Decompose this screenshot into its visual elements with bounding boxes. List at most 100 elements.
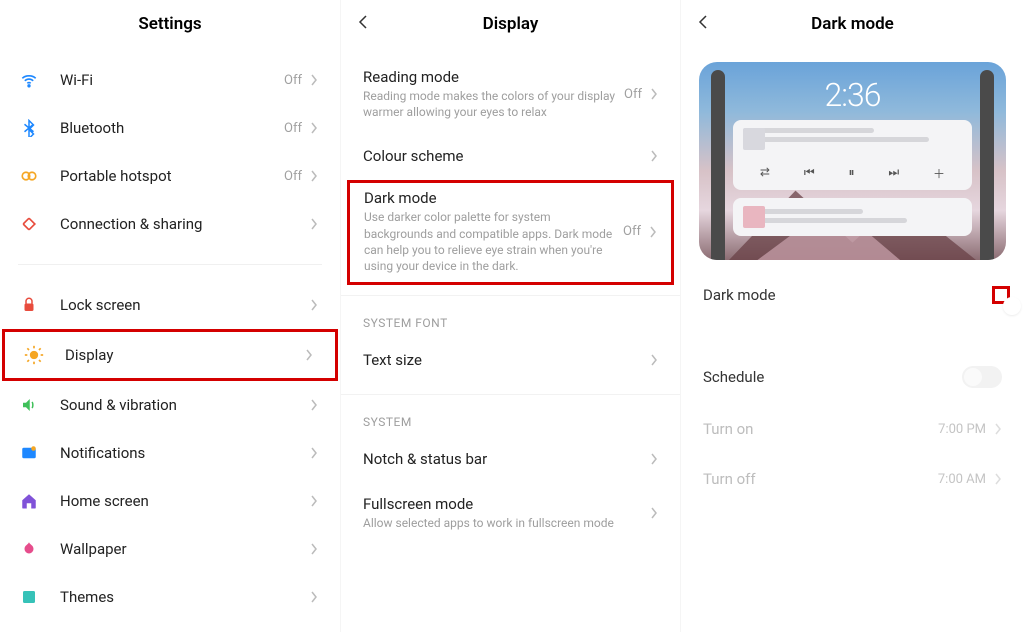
sound-icon bbox=[18, 394, 40, 416]
settings-item-label: Bluetooth bbox=[60, 119, 284, 137]
settings-header: Settings bbox=[0, 0, 340, 48]
settings-item-label: Sound & vibration bbox=[60, 396, 310, 414]
display-item-sub: Reading mode makes the colors of your di… bbox=[363, 88, 624, 120]
bluetooth-icon bbox=[18, 117, 40, 139]
settings-item-label: Home screen bbox=[60, 492, 310, 510]
app-thumb bbox=[743, 206, 765, 228]
turn-off-label: Turn off bbox=[703, 470, 938, 488]
page-title: Display bbox=[483, 14, 539, 34]
display-item-dark-mode[interactable]: Dark mode Use darker color palette for s… bbox=[347, 180, 674, 285]
chevron-right-icon bbox=[650, 507, 658, 519]
display-item-title: Reading mode bbox=[363, 68, 624, 86]
chevron-right-icon bbox=[310, 447, 318, 459]
settings-item-wallpaper[interactable]: Wallpaper bbox=[0, 525, 340, 573]
turn-off-value: 7:00 AM bbox=[938, 472, 986, 487]
themes-icon bbox=[18, 586, 40, 608]
hotspot-icon bbox=[18, 165, 40, 187]
chevron-right-icon bbox=[650, 453, 658, 465]
turn-off-row[interactable]: Turn off 7:00 AM bbox=[681, 454, 1024, 504]
divider bbox=[341, 295, 680, 296]
display-item-status: Off bbox=[624, 87, 642, 102]
chevron-right-icon bbox=[310, 122, 318, 134]
settings-item-connection-sharing[interactable]: Connection & sharing bbox=[0, 200, 340, 248]
chevron-right-icon bbox=[310, 591, 318, 603]
settings-item-notifications[interactable]: Notifications bbox=[0, 429, 340, 477]
settings-item-hotspot[interactable]: Portable hotspot Off bbox=[0, 152, 340, 200]
settings-item-label: Wi-Fi bbox=[60, 71, 284, 89]
chevron-right-icon bbox=[650, 150, 658, 162]
darkmode-pane: Dark mode 2:36 ⇄ ⏮ ⏸ ⏭ ＋ Dark mode bbox=[680, 0, 1024, 632]
preview-clock: 2:36 bbox=[699, 76, 1006, 114]
divider bbox=[18, 264, 322, 265]
chevron-right-icon bbox=[649, 226, 657, 238]
chevron-right-icon bbox=[310, 495, 318, 507]
display-item-sub: Use darker color palette for system back… bbox=[364, 209, 623, 274]
schedule-toggle[interactable] bbox=[962, 366, 1002, 388]
settings-item-label: Themes bbox=[60, 588, 310, 606]
settings-item-sound[interactable]: Sound & vibration bbox=[0, 381, 340, 429]
sun-icon bbox=[23, 344, 45, 366]
back-button[interactable] bbox=[695, 14, 711, 30]
settings-item-homescreen[interactable]: Home screen bbox=[0, 477, 340, 525]
settings-item-label: Wallpaper bbox=[60, 540, 310, 558]
chevron-right-icon bbox=[994, 473, 1002, 485]
display-item-sub: Allow selected apps to work in fullscree… bbox=[363, 515, 650, 531]
page-title: Dark mode bbox=[811, 14, 894, 34]
settings-item-bluetooth[interactable]: Bluetooth Off bbox=[0, 104, 340, 152]
schedule-toggle-row: Schedule bbox=[681, 350, 1024, 404]
settings-item-status: Off bbox=[284, 73, 302, 88]
settings-item-status: Off bbox=[284, 169, 302, 184]
settings-item-wifi[interactable]: Wi-Fi Off bbox=[0, 56, 340, 104]
turn-on-label: Turn on bbox=[703, 420, 938, 438]
settings-item-display[interactable]: Display bbox=[2, 329, 338, 381]
preview-music-card: ⇄ ⏮ ⏸ ⏭ ＋ bbox=[733, 120, 972, 190]
darkmode-toggle-row: Dark mode bbox=[681, 270, 1024, 320]
chevron-right-icon bbox=[310, 74, 318, 86]
chevron-right-icon bbox=[994, 423, 1002, 435]
display-item-title: Colour scheme bbox=[363, 147, 650, 165]
settings-item-lockscreen[interactable]: Lock screen bbox=[0, 281, 340, 329]
display-item-title: Notch & status bar bbox=[363, 450, 650, 468]
darkmode-toggle-highlight bbox=[992, 286, 1010, 304]
display-item-title: Fullscreen mode bbox=[363, 495, 650, 513]
chevron-right-icon bbox=[310, 218, 318, 230]
settings-item-label: Lock screen bbox=[60, 296, 310, 314]
divider bbox=[341, 394, 680, 395]
preview-image: 2:36 ⇄ ⏮ ⏸ ⏭ ＋ bbox=[699, 62, 1006, 260]
wifi-icon bbox=[18, 69, 40, 91]
settings-pane: Settings Wi-Fi Off Bluetooth Off Portabl… bbox=[0, 0, 340, 632]
preview-notif-card bbox=[733, 198, 972, 236]
lock-icon bbox=[18, 294, 40, 316]
schedule-label: Schedule bbox=[703, 368, 962, 386]
display-item-reading-mode[interactable]: Reading mode Reading mode makes the colo… bbox=[341, 56, 680, 132]
chevron-right-icon bbox=[305, 349, 313, 361]
page-title: Settings bbox=[138, 14, 201, 34]
plus-icon: ＋ bbox=[933, 165, 945, 182]
display-item-fullscreen[interactable]: Fullscreen mode Allow selected apps to w… bbox=[341, 483, 680, 543]
back-button[interactable] bbox=[355, 14, 371, 30]
display-item-text-size[interactable]: Text size bbox=[341, 336, 680, 384]
display-pane: Display Reading mode Reading mode makes … bbox=[340, 0, 680, 632]
next-icon: ⏭ bbox=[888, 165, 899, 182]
pause-icon: ⏸ bbox=[848, 165, 854, 182]
darkmode-toggle-label: Dark mode bbox=[703, 286, 992, 304]
settings-item-status: Off bbox=[284, 121, 302, 136]
notif-icon bbox=[18, 442, 40, 464]
wallpaper-icon bbox=[18, 538, 40, 560]
chevron-right-icon bbox=[650, 88, 658, 100]
display-item-status: Off bbox=[623, 224, 641, 239]
display-item-notch[interactable]: Notch & status bar bbox=[341, 435, 680, 483]
display-item-colour-scheme[interactable]: Colour scheme bbox=[341, 132, 680, 180]
turn-on-value: 7:00 PM bbox=[938, 422, 986, 437]
settings-item-label: Display bbox=[65, 346, 305, 364]
settings-item-label: Connection & sharing bbox=[60, 215, 310, 233]
chevron-right-icon bbox=[310, 543, 318, 555]
chevron-right-icon bbox=[310, 399, 318, 411]
settings-list: Wi-Fi Off Bluetooth Off Portable hotspot… bbox=[0, 48, 340, 621]
settings-item-label: Notifications bbox=[60, 444, 310, 462]
chevron-right-icon bbox=[310, 170, 318, 182]
darkmode-header: Dark mode bbox=[681, 0, 1024, 48]
chevron-right-icon bbox=[310, 299, 318, 311]
turn-on-row[interactable]: Turn on 7:00 PM bbox=[681, 404, 1024, 454]
settings-item-themes[interactable]: Themes bbox=[0, 573, 340, 621]
